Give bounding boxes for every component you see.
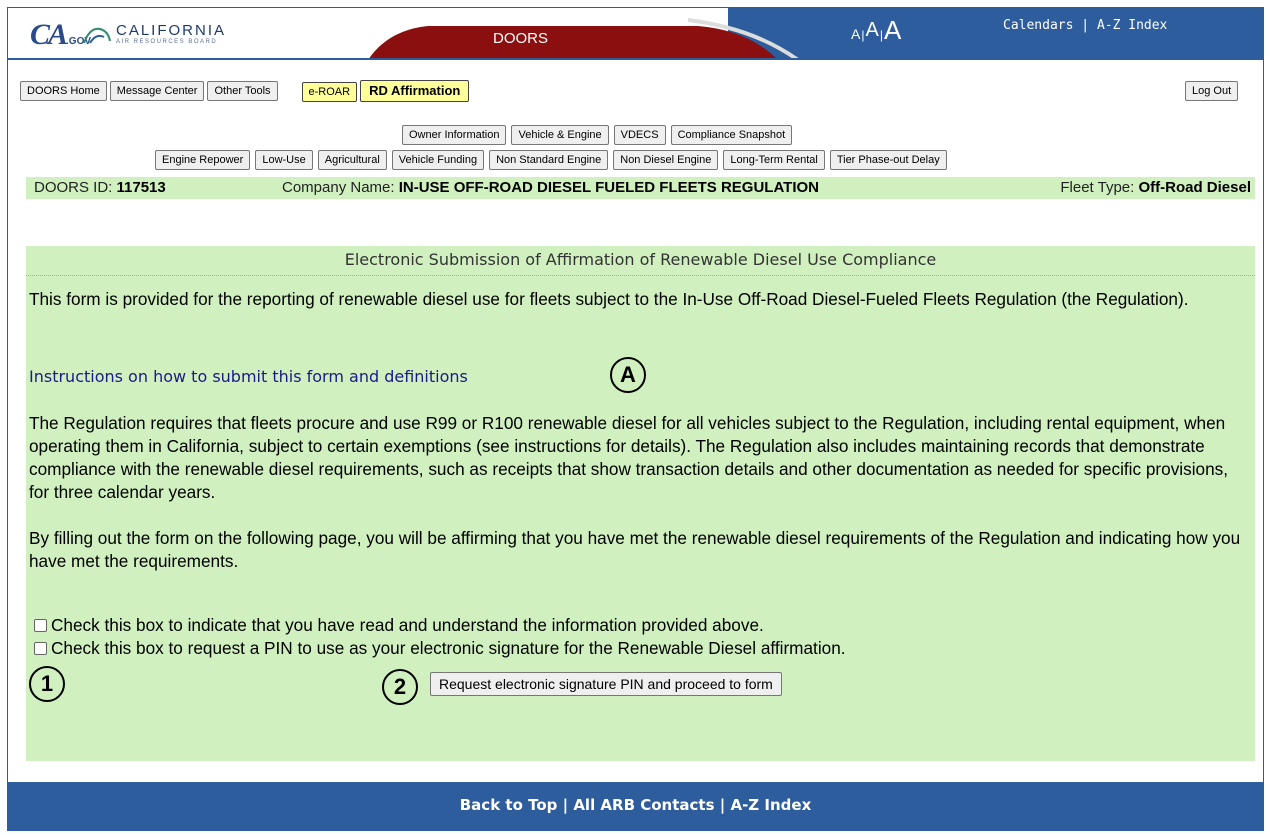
rd-affirmation-button[interactable]: RD Affirmation	[360, 80, 470, 102]
eroar-button[interactable]: e-ROAR	[301, 82, 358, 102]
tier-phase-out-delay-button[interactable]: Tier Phase-out Delay	[829, 150, 947, 170]
company-name: Company Name: IN-USE OFF-ROAD DIESEL FUE…	[282, 179, 819, 196]
carb-swoosh-icon	[83, 27, 111, 44]
request-pin-checkbox[interactable]	[34, 642, 47, 655]
message-center-button[interactable]: Message Center	[109, 81, 205, 101]
font-small-button[interactable]: A	[851, 26, 860, 42]
non-diesel-engine-button[interactable]: Non Diesel Engine	[613, 150, 719, 170]
non-standard-engine-button[interactable]: Non Standard Engine	[489, 150, 609, 170]
page-frame: CA.GOV CALIFORNIA AIR RESOURCES BOARD DO…	[7, 7, 1264, 831]
vehicle-engine-button[interactable]: Vehicle & Engine	[511, 125, 609, 145]
other-tools-button[interactable]: Other Tools	[207, 81, 278, 101]
affirmation-text: By filling out the form on the following…	[29, 528, 1241, 571]
font-size-separator: |	[879, 28, 883, 42]
fleet-info-bar: DOORS ID: 117513 Company Name: IN-USE OF…	[26, 177, 1255, 199]
fleet-type-value: Off-Road Diesel	[1138, 179, 1251, 196]
back-to-top-link[interactable]: Back to Top	[460, 796, 558, 814]
font-large-button[interactable]: A	[884, 17, 901, 43]
link-separator: |	[1073, 18, 1097, 33]
page-title: Electronic Submission of Affirmation of …	[26, 250, 1255, 276]
low-use-button[interactable]: Low-Use	[255, 150, 313, 170]
request-pin-proceed-button[interactable]: Request electronic signature PIN and pro…	[430, 672, 782, 696]
carb-logo-name: CALIFORNIA	[116, 22, 227, 39]
doors-id-label: DOORS ID:	[34, 179, 117, 196]
annotation-marker-2: 2	[382, 669, 418, 705]
az-index-link[interactable]: A-Z Index	[1097, 18, 1167, 33]
footer-separator: |	[714, 796, 731, 814]
doors-home-button[interactable]: DOORS Home	[20, 81, 107, 101]
nav-spacer	[281, 81, 299, 102]
read-understand-row: Check this box to indicate that you have…	[34, 615, 764, 636]
compliance-snapshot-button[interactable]: Compliance Snapshot	[670, 125, 793, 145]
font-size-controls: A | A | A	[851, 17, 901, 43]
main-nav: DOORS Home Message Center Other Tools e-…	[20, 80, 470, 102]
vehicle-funding-button[interactable]: Vehicle Funding	[391, 150, 485, 170]
doors-id: DOORS ID: 117513	[34, 179, 166, 196]
rd-affirmation-panel: Electronic Submission of Affirmation of …	[26, 246, 1255, 761]
fleet-type-label: Fleet Type:	[1060, 179, 1139, 196]
doors-id-value: 117513	[116, 179, 166, 196]
footer-separator: |	[557, 796, 574, 814]
annotation-marker-1: 1	[29, 666, 65, 702]
owner-information-button[interactable]: Owner Information	[402, 125, 507, 145]
read-understand-label: Check this box to indicate that you have…	[51, 615, 764, 635]
carb-logo-subtitle: AIR RESOURCES BOARD	[116, 39, 218, 45]
request-pin-label: Check this box to request a PIN to use a…	[51, 638, 846, 658]
subnav-row-2: Engine Repower Low-Use Agricultural Vehi…	[155, 150, 947, 170]
top-links: Calendars | A-Z Index	[1003, 18, 1167, 33]
calendars-link[interactable]: Calendars	[1003, 18, 1073, 33]
doors-tab[interactable]: DOORS	[493, 30, 548, 47]
site-footer: Back to Top | All ARB Contacts | A-Z Ind…	[8, 782, 1263, 831]
carb-logo[interactable]: CALIFORNIA AIR RESOURCES BOARD	[82, 22, 227, 46]
annotation-marker-a: A	[610, 357, 646, 393]
logout-button[interactable]: Log Out	[1185, 81, 1239, 101]
fleet-type: Fleet Type: Off-Road Diesel	[1060, 179, 1251, 196]
requirements-text: The Regulation requires that fleets proc…	[29, 413, 1229, 502]
intro-text: This form is provided for the reporting …	[29, 289, 1189, 309]
company-name-label: Company Name:	[282, 179, 399, 196]
company-name-value: IN-USE OFF-ROAD DIESEL FUELED FLEETS REG…	[398, 179, 820, 196]
font-medium-button[interactable]: A	[865, 19, 878, 42]
vdecs-button[interactable]: VDECS	[613, 125, 666, 145]
agricultural-button[interactable]: Agricultural	[317, 150, 387, 170]
instructions-link[interactable]: Instructions on how to submit this form …	[29, 367, 468, 386]
footer-az-index-link[interactable]: A-Z Index	[730, 796, 811, 814]
site-header: CA.GOV CALIFORNIA AIR RESOURCES BOARD DO…	[8, 8, 1263, 60]
request-pin-row: Check this box to request a PIN to use a…	[34, 638, 846, 659]
subnav-row-1: Owner Information Vehicle & Engine VDECS…	[402, 125, 793, 145]
long-term-rental-button[interactable]: Long-Term Rental	[723, 150, 825, 170]
engine-repower-button[interactable]: Engine Repower	[155, 150, 251, 170]
font-size-separator: |	[861, 28, 865, 42]
all-arb-contacts-link[interactable]: All ARB Contacts	[573, 796, 714, 814]
read-understand-checkbox[interactable]	[34, 619, 47, 632]
